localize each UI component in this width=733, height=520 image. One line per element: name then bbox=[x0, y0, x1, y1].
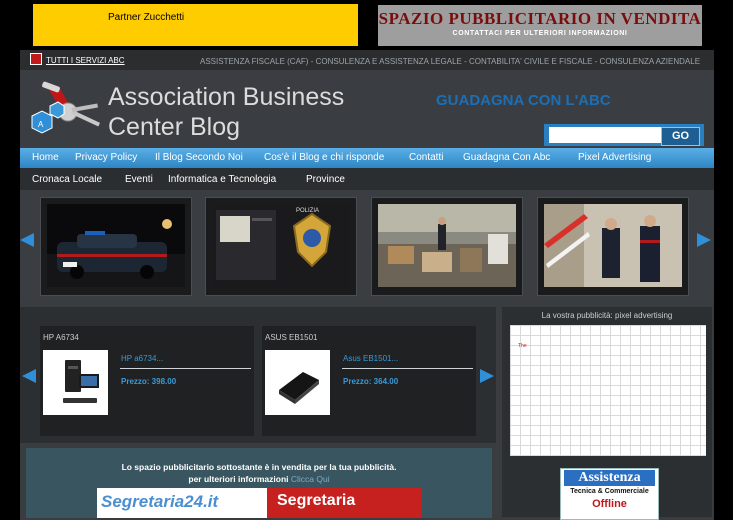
services-ticker[interactable]: ASSISTENZA FISCALE (CAF) - CONSULENZA E … bbox=[200, 57, 703, 66]
slider-prev-arrow-icon[interactable] bbox=[20, 233, 34, 247]
partner-banner-text: Partner Zucchetti bbox=[108, 12, 185, 23]
slide-seized-goods[interactable] bbox=[371, 197, 523, 296]
product-divider bbox=[120, 368, 251, 369]
asus-eb1501-image[interactable] bbox=[265, 350, 330, 415]
pixel-ad-block[interactable]: The bbox=[518, 343, 534, 353]
seized-goods-image bbox=[378, 204, 516, 287]
all-services-link[interactable]: TUTTI I SERVIZI ABC bbox=[46, 56, 125, 65]
nav-province[interactable]: Province bbox=[306, 174, 345, 185]
assistance-banner[interactable]: Assistenza Tecnica & Commerciale Offline bbox=[560, 468, 659, 520]
police-officers-image bbox=[544, 204, 682, 287]
products-prev-arrow-icon[interactable] bbox=[22, 369, 36, 383]
product-card: ASUS EB1501 Asus EB1501... Prezzo: 364.0… bbox=[262, 326, 476, 436]
ad-sale-text: Lo spazio pubblicitario sottostante è in… bbox=[121, 462, 397, 472]
ad-info-line: per ulteriori informazioni Clicca Qui bbox=[26, 474, 492, 484]
nav-pixel-advertising[interactable]: Pixel Advertising bbox=[578, 152, 651, 163]
product-name: ASUS EB1501 bbox=[265, 333, 318, 342]
assistance-title: Assistenza bbox=[564, 470, 655, 486]
partner-banner[interactable]: Partner Zucchetti bbox=[33, 4, 358, 46]
product-price: Prezzo: 364.00 bbox=[343, 377, 399, 386]
product-link[interactable]: HP a6734... bbox=[121, 354, 163, 363]
product-divider bbox=[342, 368, 473, 369]
svg-text:POLIZIA: POLIZIA bbox=[296, 208, 319, 214]
ad-space-subtitle: CONTATTACI PER ULTERIORI INFORMAZIONI bbox=[452, 30, 628, 37]
segretaria24-logo: Segretaria24.it bbox=[101, 492, 219, 511]
click-here-link[interactable]: Clicca Qui bbox=[291, 474, 330, 484]
ad-info-text: per ulteriori informazioni bbox=[188, 474, 289, 484]
hp-desktop-image[interactable] bbox=[43, 350, 108, 415]
product-price: Prezzo: 398.00 bbox=[121, 377, 177, 386]
product-name: HP A6734 bbox=[43, 333, 79, 342]
nav-informatica-tecnologia[interactable]: Informatica e Tecnologia bbox=[168, 174, 276, 185]
site-title-line2: Center Blog bbox=[108, 113, 241, 141]
site-logo-icon[interactable]: A bbox=[28, 80, 104, 140]
site-title[interactable]: Association Business Center Blog bbox=[108, 82, 344, 142]
slide-carabinieri-car[interactable] bbox=[40, 197, 192, 296]
svg-text:A: A bbox=[38, 120, 44, 129]
search-button[interactable]: GO bbox=[661, 127, 700, 146]
nav-guadagna-con-abc[interactable]: Guadagna Con Abc bbox=[463, 152, 550, 163]
carabinieri-car-image bbox=[47, 204, 185, 287]
products-next-arrow-icon[interactable] bbox=[480, 369, 494, 383]
search-input[interactable] bbox=[549, 127, 661, 143]
nav-blog-secondo-noi[interactable]: Il Blog Secondo Noi bbox=[155, 152, 243, 163]
pixel-advertising-title: La vostra pubblicità: pixel advertising bbox=[541, 311, 673, 320]
assistance-subtitle: Tecnica & Commerciale bbox=[570, 488, 649, 495]
primary-nav: Home Privacy Policy Il Blog Secondo Noi … bbox=[20, 148, 714, 168]
segretaria-banner-panel: Segretaria bbox=[267, 488, 421, 518]
secondary-nav: Cronaca Locale Eventi Informatica e Tecn… bbox=[20, 168, 714, 190]
nav-home[interactable]: Home bbox=[32, 152, 59, 163]
nav-privacy-policy[interactable]: Privacy Policy bbox=[75, 152, 137, 163]
pixel-advertising-grid[interactable] bbox=[510, 325, 706, 456]
calendar-icon bbox=[30, 53, 42, 65]
segretaria-banner-text: Segretaria bbox=[277, 492, 356, 509]
slide-police-officers[interactable] bbox=[537, 197, 689, 296]
slide-police-badge[interactable]: POLIZIA bbox=[205, 197, 357, 296]
nav-contatti[interactable]: Contatti bbox=[409, 152, 443, 163]
product-card: HP A6734 HP a6734... Prezzo: 398.00 bbox=[40, 326, 254, 436]
segretaria24-banner[interactable]: Segretaria24.it Segretaria bbox=[97, 488, 421, 518]
site-title-line1: Association Business bbox=[108, 83, 345, 111]
assistance-status: Offline bbox=[592, 498, 627, 510]
nav-cos-e-il-blog[interactable]: Cos'è il Blog e chi risponde bbox=[264, 152, 384, 163]
nav-eventi[interactable]: Eventi bbox=[125, 174, 153, 185]
ad-space-title: SPAZIO PUBBLICITARIO IN VENDITA bbox=[378, 9, 702, 28]
police-badge-image: POLIZIA bbox=[212, 204, 350, 287]
product-link[interactable]: Asus EB1501... bbox=[343, 354, 398, 363]
earn-with-abc-link[interactable]: GUADAGNA CON L'ABC bbox=[436, 92, 611, 109]
nav-cronaca-locale[interactable]: Cronaca Locale bbox=[32, 174, 102, 185]
slider-next-arrow-icon[interactable] bbox=[697, 233, 711, 247]
ad-space-banner[interactable]: SPAZIO PUBBLICITARIO IN VENDITA CONTATTA… bbox=[378, 5, 702, 46]
